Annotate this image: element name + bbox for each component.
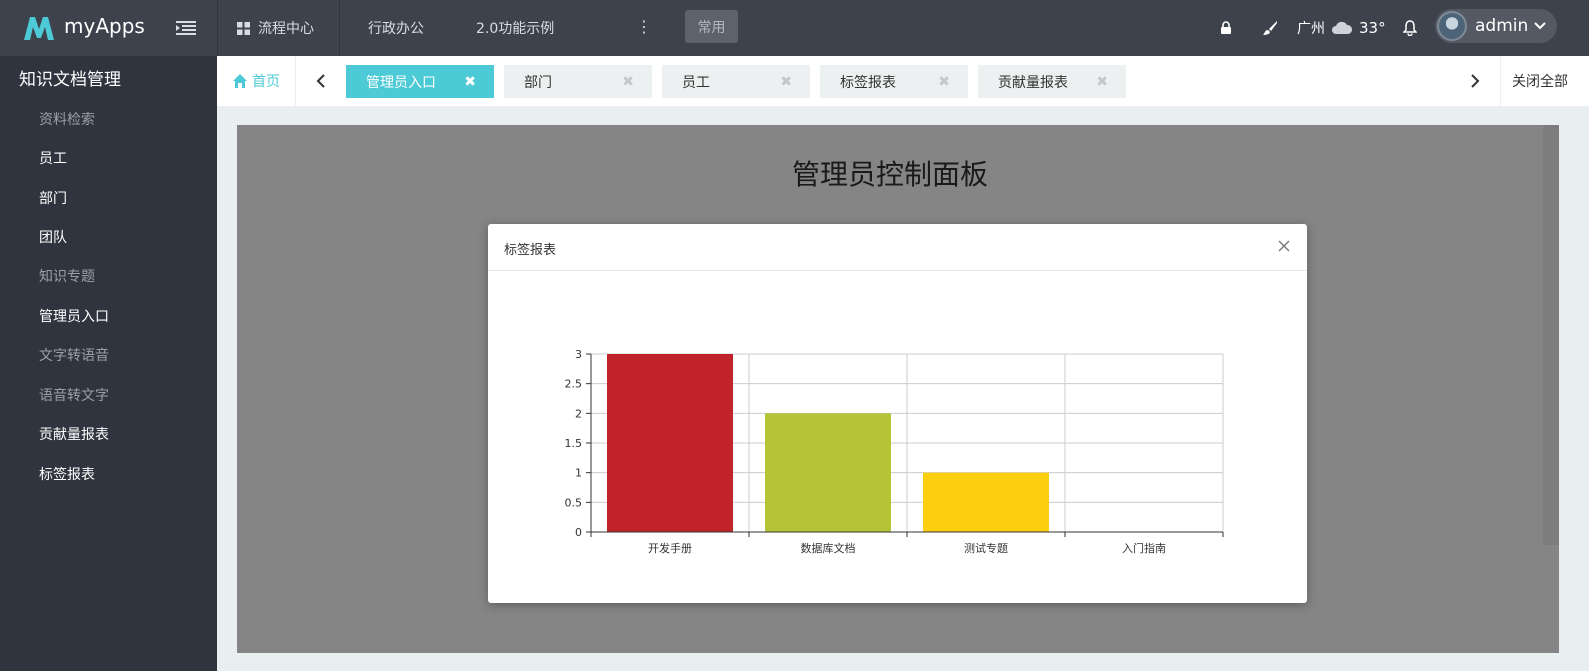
y-tick-label: 0 <box>575 526 582 539</box>
myapps-logo-icon <box>24 17 54 40</box>
tab-tag-report[interactable]: 标签报表 ✖ <box>820 65 968 98</box>
sidebar-item-knowledge-topic[interactable]: 知识专题 <box>39 266 95 286</box>
lock-icon <box>1221 21 1231 34</box>
bar <box>765 413 891 532</box>
close-icon[interactable] <box>1275 237 1293 255</box>
home-icon <box>233 74 247 88</box>
tag-report-modal: 标签报表 0 0.5 1 1.5 2 2.5 3 开发手册 数据库文档 测试专题 入门指南 <box>488 224 1307 603</box>
sidebar-item-data-search[interactable]: 资料检索 <box>39 109 95 129</box>
nav-divider <box>217 0 218 56</box>
notifications-button[interactable] <box>1403 0 1417 56</box>
tab-department[interactable]: 部门 ✖ <box>504 65 652 98</box>
y-tick-label: 1 <box>575 467 582 480</box>
tab-label: 标签报表 <box>840 74 896 91</box>
sidebar-item-employee[interactable]: 员工 <box>39 148 67 168</box>
tab-contribution-report[interactable]: 贡献量报表 ✖ <box>978 65 1126 98</box>
x-tick-label: 测试专题 <box>964 541 1008 555</box>
weather-widget[interactable]: 广州 33° <box>1297 0 1386 56</box>
nav-item-process-center[interactable]: 流程中心 <box>237 0 314 56</box>
temperature-label: 33° <box>1359 19 1386 37</box>
y-tick-label: 2.5 <box>565 378 583 391</box>
tab-home-label: 首页 <box>252 74 280 90</box>
tab-label: 管理员入口 <box>366 74 436 91</box>
lock-button[interactable] <box>1220 0 1232 56</box>
sidebar-item-team[interactable]: 团队 <box>39 227 67 247</box>
y-tick-label: 3 <box>575 348 582 361</box>
sidebar-item-text-to-speech[interactable]: 文字转语音 <box>39 345 109 365</box>
grid-icon <box>237 21 250 35</box>
x-tick-label: 入门指南 <box>1122 541 1166 555</box>
nav-divider <box>339 0 340 56</box>
chevron-down-icon <box>1534 22 1546 30</box>
more-vertical-icon[interactable]: ⋮ <box>636 17 652 36</box>
theme-button[interactable] <box>1262 0 1278 56</box>
sidebar-title: 知识文档管理 <box>19 70 121 90</box>
x-tick-label: 开发手册 <box>648 541 692 555</box>
tab-admin-entry[interactable]: 管理员入口 ✖ <box>346 65 494 98</box>
tab-home[interactable]: 首页 <box>217 56 296 106</box>
close-icon[interactable]: ✖ <box>464 74 476 90</box>
sidebar: 知识文档管理 资料检索 员工 部门 团队 知识专题 管理员入口 文字转语音 语音… <box>0 56 217 671</box>
nav-item-label: 流程中心 <box>258 21 314 37</box>
tab-label: 员工 <box>682 74 710 91</box>
avatar <box>1437 11 1467 41</box>
sidebar-item-department[interactable]: 部门 <box>39 188 67 208</box>
tab-employee[interactable]: 员工 ✖ <box>662 65 810 98</box>
brand-name: myApps <box>64 14 145 38</box>
user-menu[interactable]: admin <box>1435 9 1557 43</box>
bar <box>607 354 733 532</box>
nav-item-label: 行政办公 <box>368 21 424 37</box>
user-name: admin <box>1475 16 1529 36</box>
sidebar-item-tag-report[interactable]: 标签报表 <box>39 464 95 484</box>
cloud-icon <box>1332 21 1353 34</box>
modal-title: 标签报表 <box>504 243 557 258</box>
tab-label: 部门 <box>524 74 552 91</box>
common-button[interactable]: 常用 <box>685 10 738 43</box>
modal-header: 标签报表 <box>488 224 1307 271</box>
bell-icon <box>1403 20 1417 36</box>
tab-label: 贡献量报表 <box>998 74 1068 91</box>
tab-bar: 首页 管理员入口 ✖ 部门 ✖ 员工 ✖ 标签报表 ✖ 贡献量报表 ✖ 关闭全部 <box>217 56 1589 106</box>
y-tick-label: 1.5 <box>565 437 583 450</box>
nav-item-admin-office[interactable]: 行政办公 <box>368 0 424 56</box>
close-all-tabs-button[interactable]: 关闭全部 <box>1500 56 1589 106</box>
top-bar: myApps 流程中心 行政办公 2.0功能示例 ⋮ 常用 广州 33° adm… <box>0 0 1589 56</box>
chevron-right-icon[interactable] <box>1467 73 1483 89</box>
brush-icon <box>1263 21 1277 35</box>
nav-item-label: 2.0功能示例 <box>476 21 555 37</box>
close-icon[interactable]: ✖ <box>780 74 792 90</box>
sidebar-item-speech-to-text[interactable]: 语音转文字 <box>39 385 109 405</box>
y-tick-label: 0.5 <box>565 496 583 509</box>
close-icon[interactable]: ✖ <box>622 74 634 90</box>
menu-toggle-icon[interactable] <box>176 20 196 36</box>
sidebar-item-contribution-report[interactable]: 贡献量报表 <box>39 424 109 444</box>
close-icon[interactable]: ✖ <box>1096 74 1108 90</box>
chevron-left-icon[interactable] <box>313 73 329 89</box>
y-tick-label: 2 <box>575 407 582 420</box>
close-icon[interactable]: ✖ <box>938 74 950 90</box>
tag-bar-chart: 0 0.5 1 1.5 2 2.5 3 开发手册 数据库文档 测试专题 入门指南 <box>565 348 1224 555</box>
x-tick-label: 数据库文档 <box>801 541 856 555</box>
city-label: 广州 <box>1297 21 1325 37</box>
bar <box>923 472 1049 532</box>
sidebar-item-admin-entry[interactable]: 管理员入口 <box>39 306 109 326</box>
nav-item-feature-demo[interactable]: 2.0功能示例 <box>476 0 554 56</box>
